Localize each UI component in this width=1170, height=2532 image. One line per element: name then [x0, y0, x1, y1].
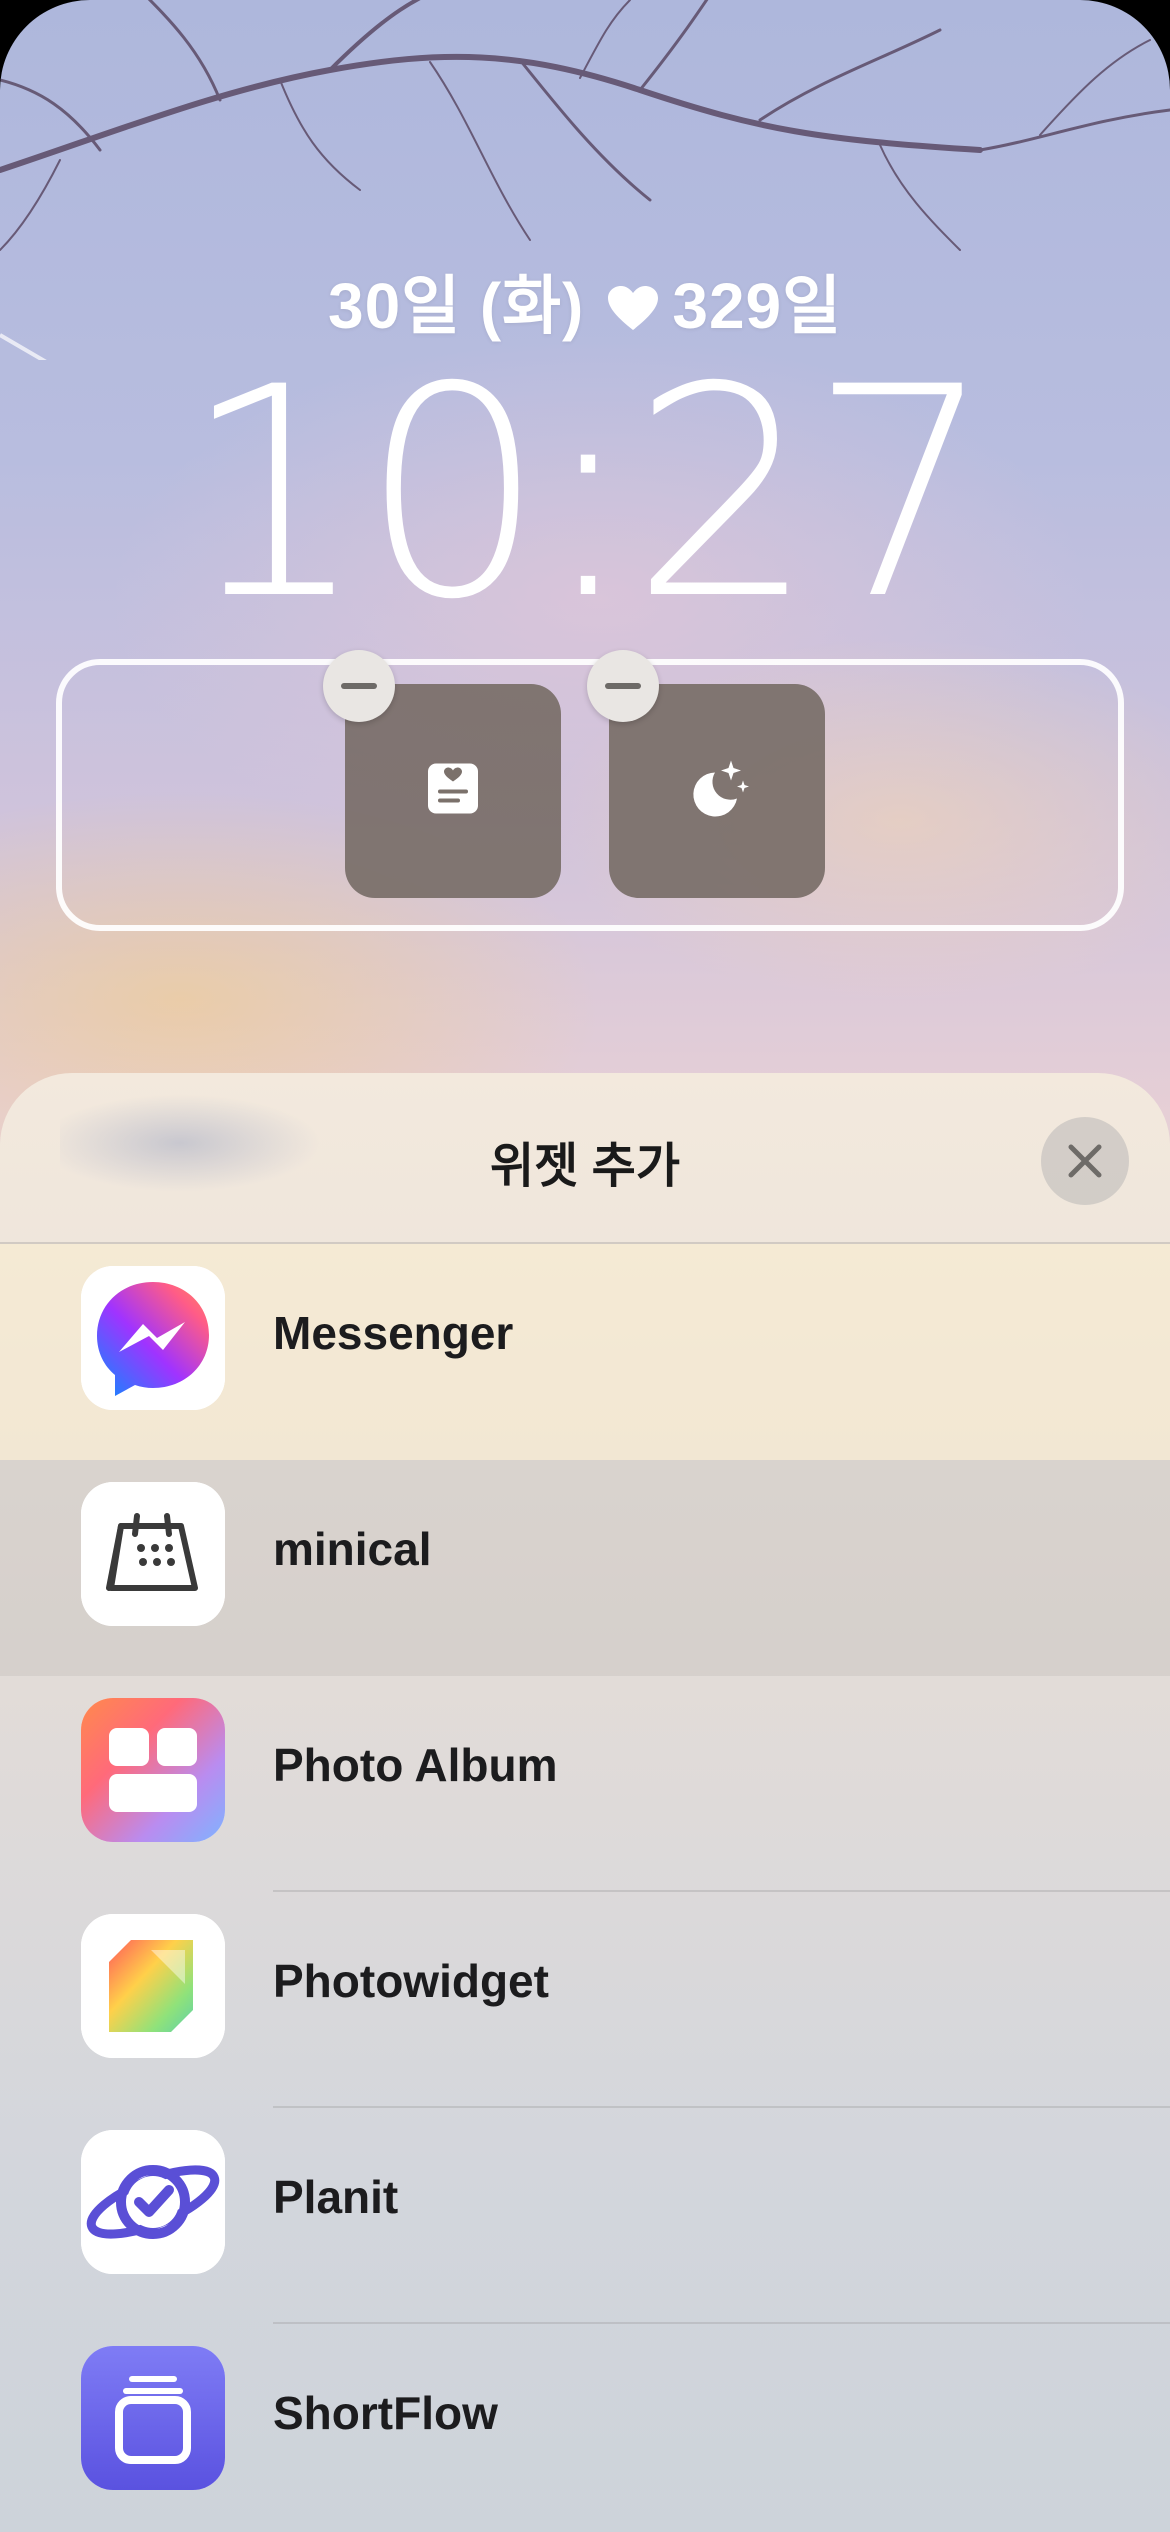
add-widget-sheet: 위젯 추가 Messenger minical Photo Album Phot…	[0, 1073, 1170, 2532]
app-name: Planit	[273, 2171, 399, 2223]
sheet-title: 위젯 추가	[490, 1140, 680, 1193]
messenger-icon	[81, 1266, 225, 1410]
photo-album-icon	[81, 1698, 225, 1842]
note-heart-icon	[426, 762, 480, 821]
app-row-photo-album[interactable]: Photo Album	[0, 1676, 1170, 1892]
remove-widget-button[interactable]	[587, 650, 659, 722]
app-name: ShortFlow	[273, 2387, 498, 2439]
app-name: Messenger	[273, 1307, 514, 1359]
moon-stars-icon	[685, 757, 749, 826]
app-name: Photo Album	[273, 1739, 558, 1791]
lock-screen: 30일 (화) 329일 10:27 위젯 추가 Messenger minic…	[0, 0, 1170, 2532]
app-name: minical	[273, 1523, 432, 1575]
app-name: Photowidget	[273, 1955, 549, 2007]
app-row-messenger[interactable]: Messenger	[0, 1244, 1170, 1460]
app-row-minical[interactable]: minical	[0, 1460, 1170, 1676]
app-row-photowidget[interactable]: Photowidget	[0, 1892, 1170, 2108]
planit-icon	[81, 2130, 225, 2274]
app-row-planit[interactable]: Planit	[0, 2108, 1170, 2324]
close-button[interactable]	[1041, 1117, 1129, 1205]
photowidget-icon	[81, 1914, 225, 2058]
app-row-shortflow[interactable]: ShortFlow	[0, 2324, 1170, 2532]
calendar-icon	[81, 1482, 225, 1626]
lock-screen-time[interactable]: 10:27	[0, 350, 1170, 640]
shortflow-icon	[81, 2346, 225, 2490]
remove-widget-button[interactable]	[323, 650, 395, 722]
